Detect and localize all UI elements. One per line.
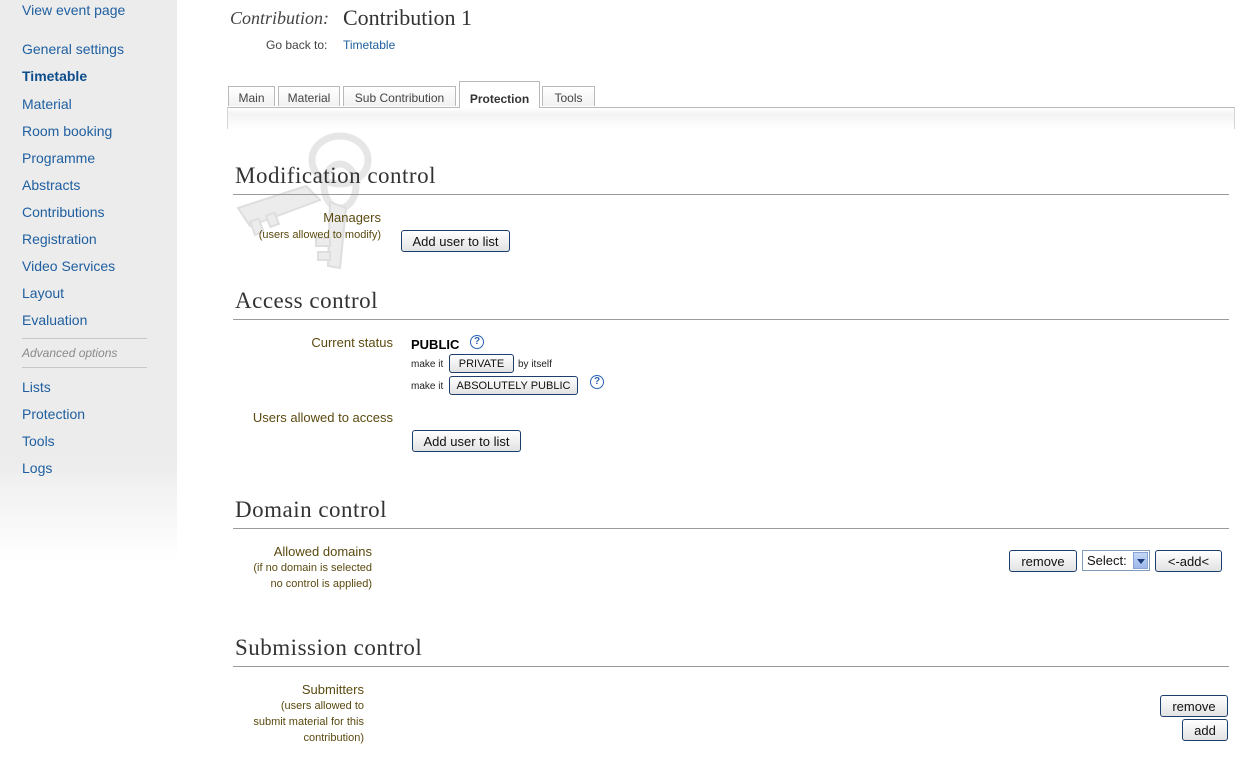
sidebar-item-contributions[interactable]: Contributions	[22, 204, 105, 220]
status-help-icon[interactable]: ?	[470, 335, 484, 349]
domain-select[interactable]: Select:	[1082, 550, 1150, 571]
section-divider	[233, 194, 1229, 195]
sidebar-item-layout[interactable]: Layout	[22, 285, 64, 301]
tab-tools[interactable]: Tools	[542, 86, 595, 106]
access-add-user-button[interactable]: Add user to list	[412, 430, 521, 452]
sidebar-item-logs[interactable]: Logs	[22, 460, 52, 476]
sidebar-item-room-booking[interactable]: Room booking	[22, 123, 112, 139]
sidebar-item-programme[interactable]: Programme	[22, 150, 95, 166]
go-back-label: Go back to:	[266, 38, 328, 52]
make-it-text: make it	[411, 381, 444, 392]
sidebar-divider	[22, 367, 147, 368]
allowed-domains-note-line1: (if no domain is selected	[253, 562, 372, 574]
sidebar-item-abstracts[interactable]: Abstracts	[22, 177, 80, 193]
sidebar-item-evaluation[interactable]: Evaluation	[22, 312, 87, 328]
access-control-heading: Access control	[235, 288, 379, 313]
modification-add-user-button[interactable]: Add user to list	[401, 230, 510, 252]
tab-protection[interactable]: Protection	[459, 81, 540, 108]
sidebar-item-registration[interactable]: Registration	[22, 231, 97, 247]
sidebar-item-timetable[interactable]: Timetable	[22, 68, 87, 84]
domain-remove-button[interactable]: remove	[1009, 550, 1077, 572]
sidebar-divider	[22, 338, 147, 339]
submitters-note-line2: submit material for this	[253, 716, 364, 728]
page-title: Contribution 1	[343, 5, 472, 30]
make-absolutely-public-button[interactable]: ABSOLUTELY PUBLIC	[449, 376, 578, 395]
make-it-text: make it	[411, 359, 444, 370]
sidebar-item-general-settings[interactable]: General settings	[22, 41, 124, 57]
tab-panel	[227, 107, 1235, 129]
section-divider	[233, 528, 1229, 529]
submitters-note-line1: (users allowed to	[280, 700, 364, 712]
managers-label: Managers	[323, 210, 381, 225]
chevron-down-icon	[1133, 552, 1148, 569]
make-private-button[interactable]: PRIVATE	[449, 354, 514, 373]
current-status-label: Current status	[311, 335, 393, 350]
submission-remove-button[interactable]: remove	[1160, 695, 1228, 717]
status-value: PUBLIC	[411, 337, 460, 352]
submission-add-button[interactable]: add	[1182, 719, 1228, 741]
submitters-label: Submitters	[301, 682, 364, 697]
sidebar-item-view-event-page[interactable]: View event page	[22, 2, 125, 18]
modification-control-heading: Modification control	[235, 163, 436, 188]
sidebar-advanced-options-heading: Advanced options	[22, 346, 118, 360]
tab-sub-contribution[interactable]: Sub Contribution	[343, 86, 456, 106]
users-allowed-label: Users allowed to access	[252, 410, 393, 425]
domain-select-value: Select:	[1087, 553, 1127, 568]
by-itself-text: by itself	[518, 359, 552, 370]
section-divider	[233, 666, 1229, 667]
key-watermark-icon	[236, 132, 372, 270]
managers-sublabel: (users allowed to modify)	[258, 229, 381, 241]
contribution-label: Contribution:	[230, 8, 330, 28]
submission-control-heading: Submission control	[235, 635, 423, 660]
sidebar: View event page General settings Timetab…	[0, 0, 177, 560]
absolutely-public-help-icon[interactable]: ?	[590, 375, 604, 389]
sidebar-item-lists[interactable]: Lists	[22, 379, 51, 395]
sidebar-item-video-services[interactable]: Video Services	[22, 258, 115, 274]
domain-add-button[interactable]: <-add<	[1155, 550, 1222, 572]
allowed-domains-label: Allowed domains	[273, 544, 372, 559]
allowed-domains-note-line2: no control is applied)	[270, 578, 372, 590]
sidebar-item-tools[interactable]: Tools	[22, 433, 55, 449]
tab-main[interactable]: Main	[228, 86, 275, 106]
domain-control-heading: Domain control	[235, 497, 387, 522]
sidebar-item-material[interactable]: Material	[22, 96, 72, 112]
tab-material[interactable]: Material	[278, 86, 340, 106]
sidebar-item-protection[interactable]: Protection	[22, 406, 85, 422]
go-back-timetable-link[interactable]: Timetable	[343, 38, 395, 52]
submitters-note-line3: contribution)	[303, 732, 364, 744]
section-divider	[233, 319, 1229, 320]
